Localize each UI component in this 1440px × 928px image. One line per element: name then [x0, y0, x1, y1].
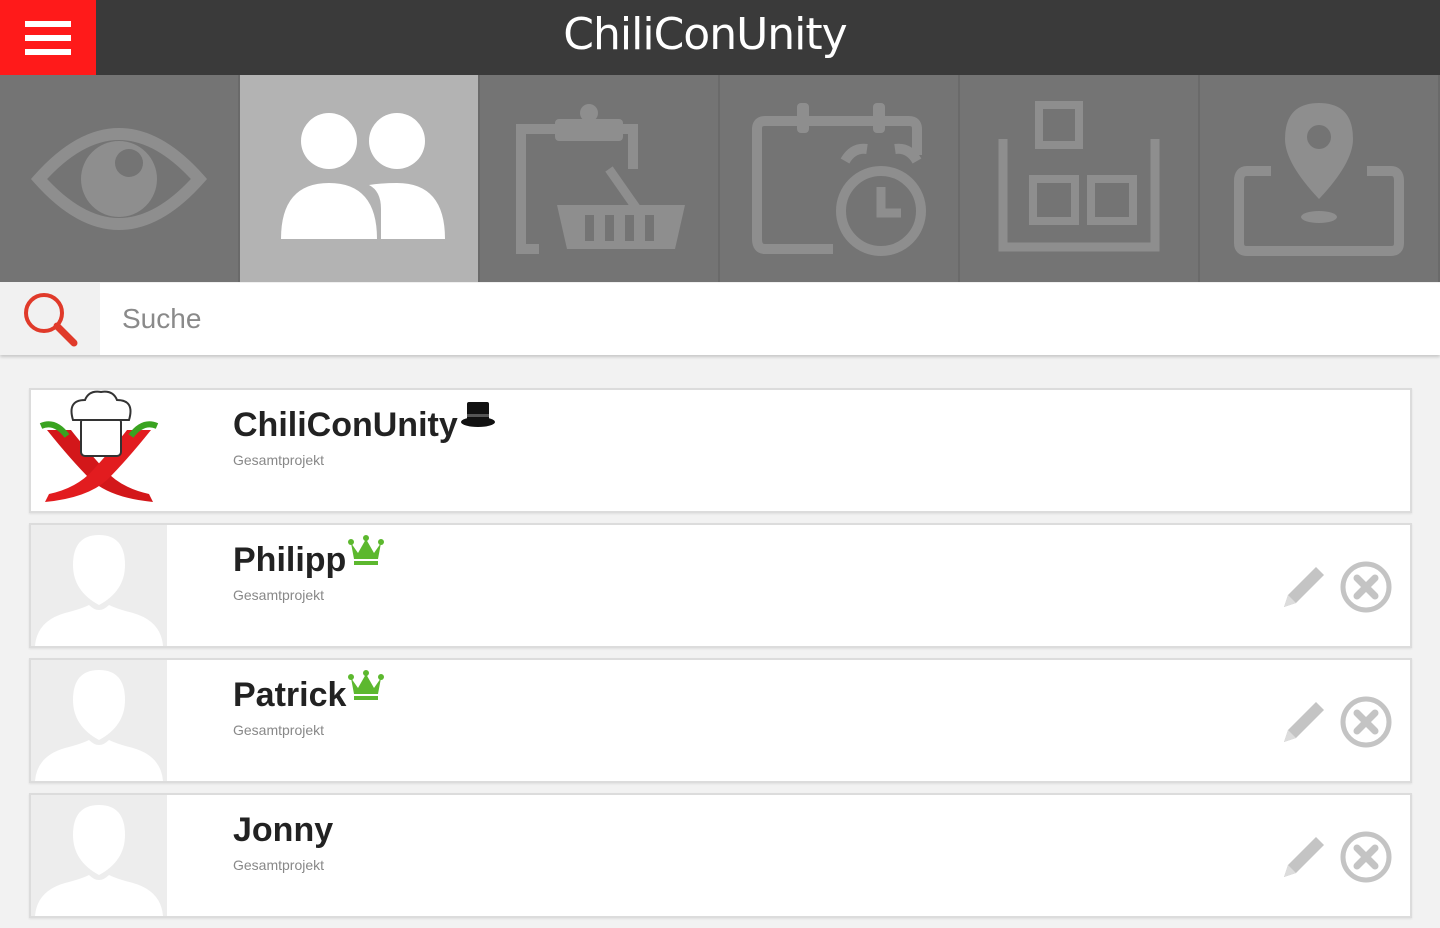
delete-button[interactable] — [1340, 831, 1392, 883]
tab-calendar[interactable] — [720, 75, 960, 282]
member-name-row: Patrick — [233, 670, 385, 715]
delete-button[interactable] — [1340, 696, 1392, 748]
edit-button[interactable] — [1276, 561, 1330, 615]
calendar-alarm-icon — [752, 102, 926, 256]
avatar — [31, 525, 167, 646]
search-input[interactable] — [100, 283, 1440, 355]
tab-shopping[interactable] — [480, 75, 720, 282]
close-circle-icon — [1340, 561, 1392, 613]
app-header: ChiliConUnity — [0, 0, 1440, 75]
member-name-row: ChiliConUnity — [233, 400, 496, 445]
hamburger-icon — [25, 20, 71, 55]
member-name-row: Philipp — [233, 535, 385, 580]
search-icon — [24, 293, 78, 347]
member-name: Philipp — [233, 541, 347, 579]
pencil-icon — [1284, 702, 1324, 742]
crown-icon — [348, 535, 385, 565]
edit-button[interactable] — [1276, 696, 1330, 750]
search-button[interactable] — [0, 283, 100, 355]
member-list: ChiliConUnity Gesamtprojekt Philipp Gesa… — [29, 388, 1412, 928]
pencil-icon — [1284, 837, 1324, 877]
location-icon — [1234, 102, 1404, 256]
tab-members[interactable] — [240, 75, 480, 282]
top-hat-icon — [460, 402, 495, 427]
member-role: Gesamtprojekt — [233, 587, 325, 603]
default-user-icon — [35, 535, 163, 646]
app-title: ChiliConUnity — [563, 9, 847, 60]
eye-icon — [30, 127, 208, 230]
users-icon — [281, 112, 445, 239]
crown-icon — [348, 670, 385, 700]
tab-bar — [0, 75, 1440, 282]
search-bar — [0, 283, 1440, 355]
tab-location[interactable] — [1200, 75, 1440, 282]
menu-button[interactable] — [0, 0, 96, 75]
member-name: Patrick — [233, 676, 347, 714]
pencil-icon — [1284, 567, 1324, 607]
list-item[interactable]: Patrick Gesamtprojekt — [29, 658, 1412, 783]
member-role: Gesamtprojekt — [233, 857, 325, 873]
default-user-icon — [35, 805, 163, 916]
shopping-list-icon — [516, 103, 685, 254]
list-item[interactable]: Philipp Gesamtprojekt — [29, 523, 1412, 648]
member-name: ChiliConUnity — [233, 406, 458, 444]
tab-board[interactable] — [960, 75, 1200, 282]
tab-overview[interactable] — [0, 75, 240, 282]
chili-logo-icon — [39, 390, 159, 502]
board-icon — [998, 100, 1160, 251]
avatar — [31, 390, 167, 511]
edit-button[interactable] — [1276, 831, 1330, 885]
member-name-row: Jonny — [233, 805, 333, 850]
list-item[interactable]: Jonny Gesamtprojekt — [29, 793, 1412, 918]
member-name: Jonny — [233, 811, 334, 849]
avatar — [31, 660, 167, 781]
list-item[interactable]: ChiliConUnity Gesamtprojekt — [29, 388, 1412, 513]
default-user-icon — [35, 670, 163, 781]
close-circle-icon — [1340, 831, 1392, 883]
close-circle-icon — [1340, 696, 1392, 748]
avatar — [31, 795, 167, 916]
member-role: Gesamtprojekt — [233, 722, 325, 738]
member-role: Gesamtprojekt — [233, 452, 325, 468]
delete-button[interactable] — [1340, 561, 1392, 613]
